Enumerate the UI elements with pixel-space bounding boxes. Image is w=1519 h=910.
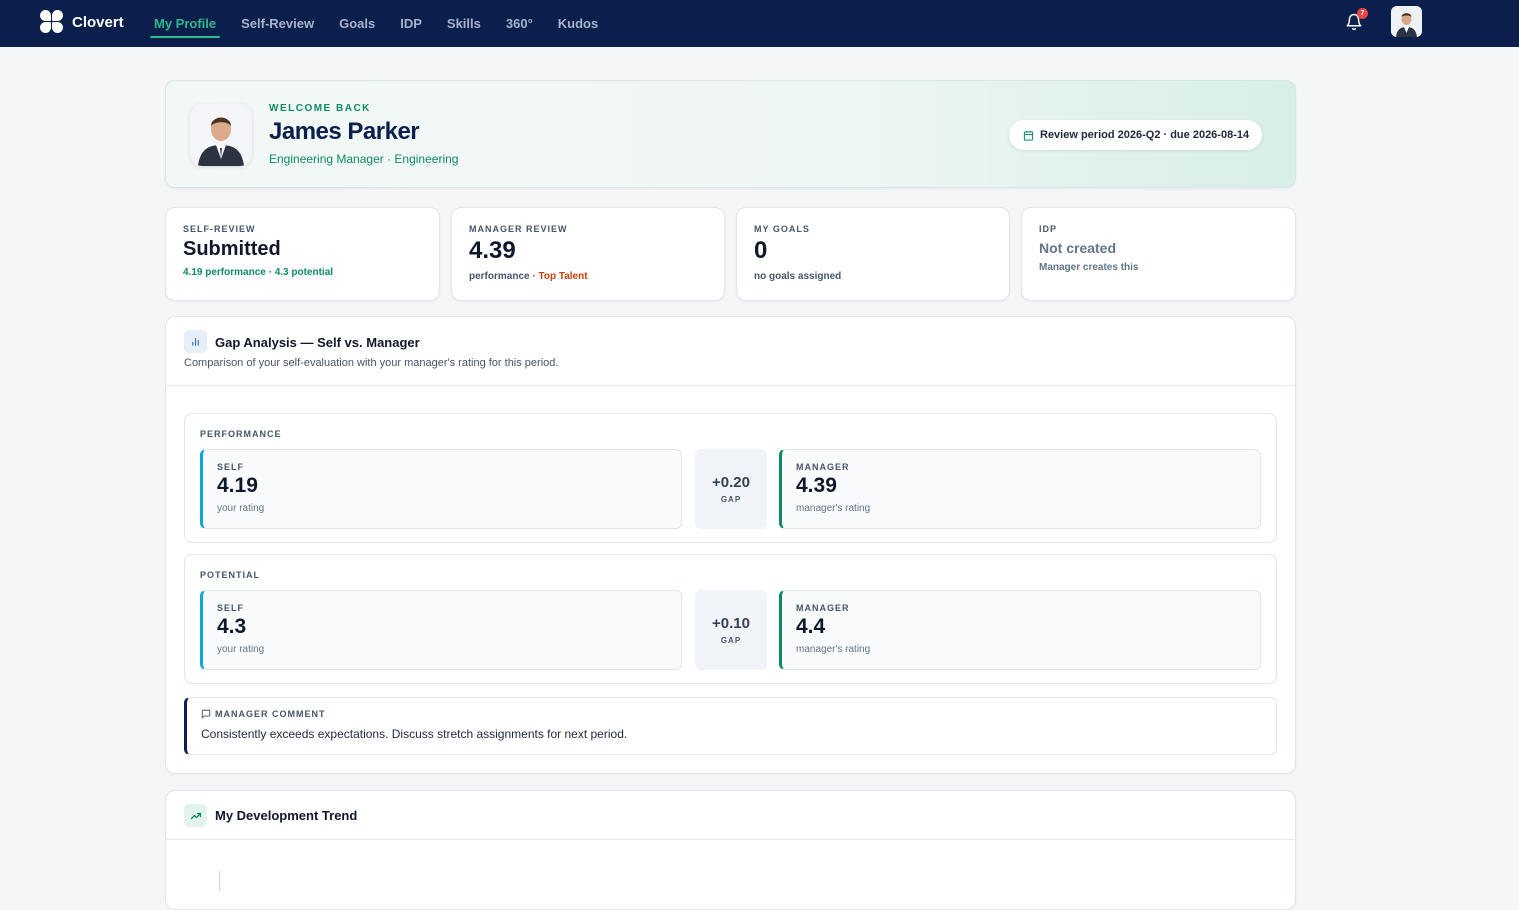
tab-360[interactable]: 360° [502,0,537,47]
notification-badge: 7 [1357,8,1368,19]
brand-name: Clovert [72,13,124,31]
calendar-icon [1023,130,1034,141]
rating-sub: your rating [217,644,265,655]
user-avatar[interactable] [1391,6,1422,37]
gap-label: GAP [720,636,742,645]
tab-goals[interactable]: Goals [335,0,379,47]
review-period-text: Review period 2026-Q2 · due 2026-08-14 [1040,129,1250,141]
gap-label: GAP [720,495,742,504]
self-rating-card: SELF 4.19 your rating [200,449,682,529]
stat-sub: no goals assigned [754,271,842,282]
clover-logo-icon [40,10,64,34]
tab-kudos[interactable]: Kudos [554,0,602,47]
gap-group-potential: POTENTIAL SELF 4.3 your rating +0.10 GAP… [184,554,1277,684]
rating-sub: manager's rating [796,503,871,514]
rating-label: SELF [217,603,245,613]
comment-label-text: MANAGER COMMENT [215,709,326,719]
top-nav: Clovert My Profile Self-Review Goals IDP… [0,0,1519,47]
trend-chart-axis [219,871,220,891]
rating-label: MANAGER [796,462,850,472]
top-talent-badge: Top Talent [538,271,588,282]
tab-self-review[interactable]: Self-Review [237,0,318,47]
trending-up-icon [184,804,207,827]
rating-value: 4.3 [217,615,247,638]
profile-photo [190,104,252,166]
manager-comment-label: MANAGER COMMENT [201,709,1262,719]
gap-value: +0.20 [712,474,750,491]
nav-tabs: My Profile Self-Review Goals IDP Skills … [150,0,619,47]
group-label: PERFORMANCE [200,429,282,439]
user-name: James Parker [269,118,420,145]
development-trend-header: My Development Trend [166,791,1295,840]
rating-value: 4.39 [796,474,837,497]
development-trend-panel: My Development Trend [165,790,1296,910]
stat-value: 4.39 [469,237,516,264]
rating-sub: manager's rating [796,644,871,655]
welcome-hero: WELCOME BACK James Parker Engineering Ma… [165,80,1296,188]
stat-card-self-review[interactable]: SELF-REVIEW Submitted 4.19 performance ·… [165,207,440,301]
rating-value: 4.19 [217,474,258,497]
rating-value: 4.4 [796,615,826,638]
rating-label: MANAGER [796,603,850,613]
stat-card-idp[interactable]: IDP Not created Manager creates this [1021,207,1296,301]
stat-value: 0 [754,237,768,264]
tab-my-profile[interactable]: My Profile [150,0,221,47]
gap-analysis-panel: Gap Analysis — Self vs. Manager Comparis… [165,316,1296,774]
gap-analysis-description: Comparison of your self-evaluation with … [184,357,559,369]
stat-value: Not created [1039,240,1117,256]
manager-comment-text: Consistently exceeds expectations. Discu… [201,727,628,741]
profile-person-icon [190,104,252,166]
stat-label: IDP [1039,224,1058,234]
speech-bubble-icon [201,709,211,719]
gap-analysis-header: Gap Analysis — Self vs. Manager Comparis… [166,317,1295,386]
stat-label: MANAGER REVIEW [469,224,568,234]
gap-value: +0.10 [712,615,750,632]
stat-sub: performance · Top Talent [469,271,707,282]
manager-rating-card: MANAGER 4.39 manager's rating [779,449,1261,529]
brand[interactable]: Clovert [40,10,124,34]
self-rating-card: SELF 4.3 your rating [200,590,682,670]
review-period-pill: Review period 2026-Q2 · due 2026-08-14 [1009,120,1263,150]
development-trend-title: My Development Trend [215,808,358,823]
stat-sub-prefix: performance · [469,271,539,282]
gap-indicator: +0.10 GAP [695,590,767,670]
stat-label: MY GOALS [754,224,810,234]
welcome-eyebrow: WELCOME BACK [269,103,371,114]
stat-sub: 4.19 performance · 4.3 potential [183,267,334,278]
avatar-person-icon [1391,6,1422,37]
user-role: Engineering Manager · Engineering [269,152,459,166]
tab-skills[interactable]: Skills [443,0,485,47]
manager-comment: MANAGER COMMENT Consistently exceeds exp… [184,697,1277,755]
manager-rating-card: MANAGER 4.4 manager's rating [779,590,1261,670]
rating-sub: your rating [217,503,265,514]
stat-card-goals[interactable]: MY GOALS 0 no goals assigned [736,207,1010,301]
bar-chart-icon [184,330,207,353]
gap-indicator: +0.20 GAP [695,449,767,529]
gap-analysis-title: Gap Analysis — Self vs. Manager [215,335,420,350]
group-label: POTENTIAL [200,570,260,580]
stat-label: SELF-REVIEW [183,224,256,234]
rating-label: SELF [217,462,245,472]
stat-value: Submitted [183,238,281,260]
gap-group-performance: PERFORMANCE SELF 4.19 your rating +0.20 … [184,413,1277,543]
stat-card-manager-review[interactable]: MANAGER REVIEW 4.39 performance · Top Ta… [451,207,725,301]
stat-sub: Manager creates this [1039,262,1139,273]
tab-idp[interactable]: IDP [396,0,426,47]
